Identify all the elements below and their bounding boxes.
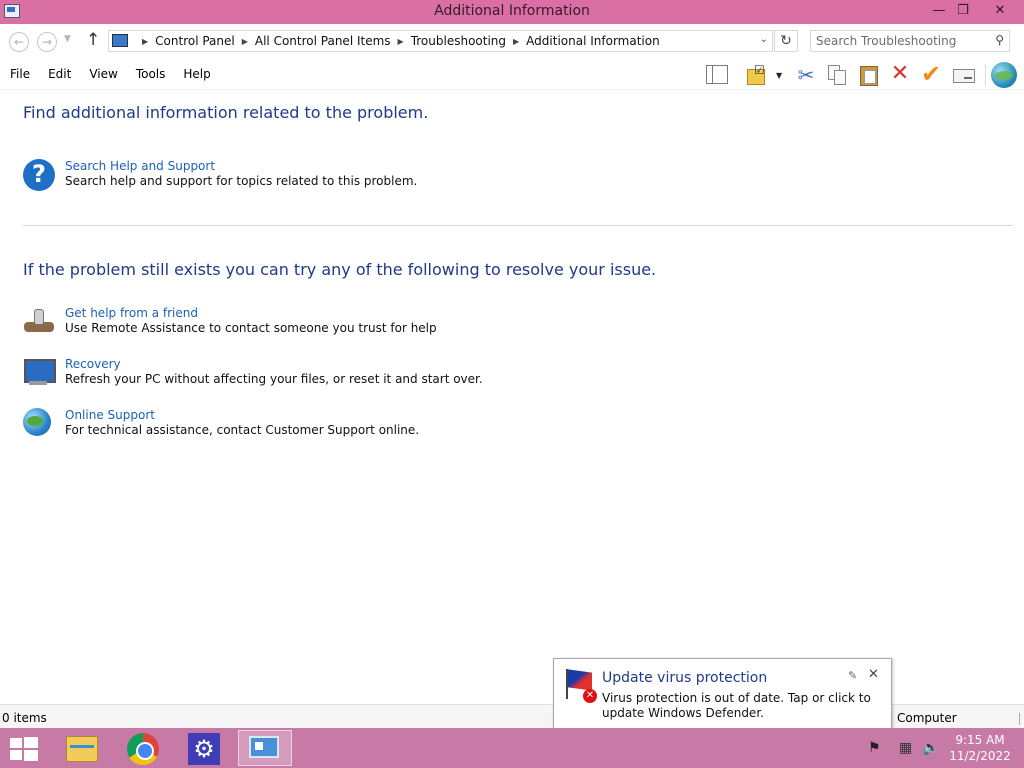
checkmark-icon[interactable]: ✔ — [919, 62, 943, 87]
volume-icon[interactable]: 🔈 — [922, 740, 939, 756]
breadcrumb-control-panel[interactable]: Control Panel — [155, 34, 235, 48]
error-icon: ✕ — [583, 689, 597, 703]
up-button[interactable]: ↑ — [86, 30, 100, 50]
globe-icon[interactable] — [991, 62, 1017, 88]
menu-view[interactable]: View — [89, 67, 117, 81]
chrome-icon[interactable] — [116, 730, 172, 766]
recovery-icon — [23, 357, 56, 389]
close-button[interactable]: ✕ — [984, 0, 1016, 22]
navigation-bar: ← → ▼ ↑ ▶ Control Panel ▶ All Control Panel… — [0, 24, 1024, 58]
section-heading-additional-info: Find additional information related to t… — [23, 103, 429, 122]
section-heading-resolve: If the problem still exists you can try … — [23, 260, 657, 279]
maximize-button[interactable]: ❐ — [948, 0, 978, 22]
search-help-link[interactable]: Search Help and Support — [65, 159, 215, 173]
get-help-friend-link[interactable]: Get help from a friend — [65, 306, 198, 320]
folder-dropdown-icon[interactable]: ▼ — [776, 71, 782, 80]
content-pane: Find additional information related to t… — [0, 91, 1024, 704]
delete-icon[interactable]: ✕ — [888, 63, 912, 87]
help-icon: ? — [23, 159, 55, 191]
recovery-description: Refresh your PC without affecting your f… — [65, 372, 483, 386]
breadcrumb-troubleshooting[interactable]: Troubleshooting — [411, 34, 506, 48]
preview-pane-icon[interactable] — [706, 65, 728, 84]
folder-check-icon[interactable]: ☑ — [745, 63, 769, 87]
menu-edit[interactable]: Edit — [48, 67, 71, 81]
search-help-description: Search help and support for topics relat… — [65, 174, 418, 188]
properties-icon[interactable] — [953, 63, 977, 87]
notification-close-icon[interactable]: ✕ — [868, 667, 879, 682]
search-icon[interactable]: ⚲ — [995, 33, 1004, 47]
start-button[interactable] — [10, 737, 38, 761]
online-support-description: For technical assistance, contact Custom… — [65, 423, 420, 437]
recent-locations-button[interactable]: ▼ — [64, 34, 71, 44]
file-explorer-icon[interactable] — [58, 730, 114, 766]
settings-icon[interactable]: ⚙ — [177, 730, 233, 766]
notification-settings-icon[interactable]: ✎ — [848, 669, 857, 682]
section-divider — [23, 225, 1013, 226]
notification-title[interactable]: Update virus protection — [602, 670, 767, 686]
breadcrumb-all-items[interactable]: All Control Panel Items — [255, 34, 391, 48]
toolbar-divider — [985, 64, 986, 86]
clock-date: 11/2/2022 — [949, 749, 1011, 763]
clock-time: 9:15 AM — [955, 733, 1005, 747]
address-dropdown-icon[interactable]: ⌄ — [760, 34, 768, 45]
breadcrumb-separator-icon[interactable]: ▶ — [242, 37, 248, 46]
menu-tools[interactable]: Tools — [136, 67, 166, 81]
refresh-button[interactable]: ↻ — [774, 30, 798, 52]
search-input[interactable] — [811, 31, 981, 51]
breadcrumb-separator-icon[interactable]: ▶ — [398, 37, 404, 46]
notification-toast[interactable]: ✕ Update virus protection Virus protecti… — [553, 658, 892, 729]
resize-grip[interactable] — [1019, 713, 1020, 725]
remote-assistance-icon — [23, 306, 55, 338]
action-center-icon[interactable]: ⚑ — [868, 740, 881, 756]
globe-icon — [23, 408, 51, 436]
task-get-help-friend: Get help from a friend Use Remote Assist… — [23, 306, 823, 340]
copy-icon[interactable] — [826, 63, 850, 87]
forward-button[interactable]: → — [37, 32, 57, 52]
title-bar: Additional Information — ❐ ✕ — [0, 0, 1024, 24]
online-support-link[interactable]: Online Support — [65, 408, 155, 422]
network-icon[interactable]: ▦ — [899, 740, 912, 756]
cut-icon[interactable]: ✂ — [794, 63, 818, 87]
window-title: Additional Information — [434, 3, 590, 19]
paste-icon[interactable] — [858, 63, 882, 87]
menu-help[interactable]: Help — [183, 67, 210, 81]
task-search-help: ? Search Help and Support Search help an… — [23, 159, 823, 193]
action-center-flag-icon: ✕ — [565, 669, 599, 703]
control-panel-icon — [112, 34, 128, 47]
back-button[interactable]: ← — [9, 32, 29, 52]
breadcrumb-additional-information[interactable]: Additional Information — [526, 34, 660, 48]
clock[interactable]: 9:15 AM 11/2/2022 — [945, 732, 1015, 764]
task-online-support: Online Support For technical assistance,… — [23, 408, 823, 442]
breadcrumb-separator-icon[interactable]: ▶ — [513, 37, 519, 46]
search-box[interactable]: ⚲ — [810, 30, 1010, 52]
menu: File Edit View Tools Help — [10, 67, 229, 81]
address-bar[interactable]: ▶ Control Panel ▶ All Control Panel Items ▶ T… — [108, 30, 773, 52]
get-help-friend-description: Use Remote Assistance to contact someone… — [65, 321, 437, 335]
recovery-link[interactable]: Recovery — [65, 357, 121, 371]
menu-file[interactable]: File — [10, 67, 30, 81]
menu-bar: File Edit View Tools Help ☑ ▼ ✂ ✕ ✔ — [0, 58, 1024, 90]
breadcrumb: ▶ Control Panel ▶ All Control Panel Items ▶ T… — [135, 34, 660, 48]
control-panel-icon[interactable] — [238, 730, 292, 766]
status-location: Computer — [897, 711, 957, 725]
task-recovery: Recovery Refresh your PC without affecti… — [23, 357, 823, 391]
breadcrumb-separator-icon[interactable]: ▶ — [142, 37, 148, 46]
item-count: 0 items — [2, 711, 47, 725]
taskbar: ⚙ ⚑ ▦ 🔈 9:15 AM 11/2/2022 — [0, 728, 1024, 768]
notification-body[interactable]: Virus protection is out of date. Tap or … — [602, 691, 887, 721]
